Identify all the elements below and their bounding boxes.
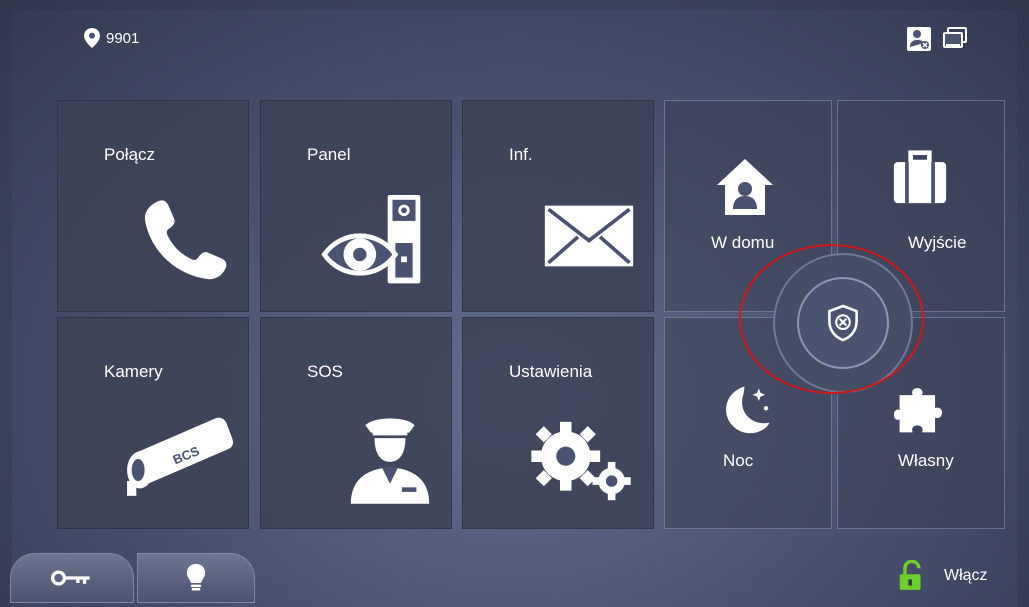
home-icon [717,159,773,215]
location-pin-icon [84,28,100,48]
tile-panel[interactable]: Panel [260,100,452,312]
camera-icon: BCS [127,417,233,496]
unlock-key-button[interactable] [10,553,134,603]
lightbulb-icon [186,563,206,591]
tile-info-label: Inf. [509,145,533,164]
alarm-enable-control[interactable]: Włącz [898,560,988,592]
monitor-icon [943,27,967,48]
shield-x-icon [828,304,858,342]
moon-icon [726,386,770,434]
key-icon [51,570,90,586]
tile-sos[interactable]: SOS [260,317,452,529]
room-number: 9901 [106,29,140,47]
mode-home-label: W domu [711,233,775,252]
location-indicator: 9901 [84,28,139,48]
mode-away-label: Wyjście [908,233,967,252]
mode-custom-label: Własny [898,451,954,470]
gears-icon [531,421,631,501]
tile-call-label: Połącz [104,145,156,164]
tile-settings-label: Ustawienia [509,362,593,381]
mode-night-label: Noc [723,451,754,470]
envelope-icon [544,205,634,267]
alarm-enable-label: Włącz [944,567,988,584]
phone-icon [144,200,227,280]
tile-cameras[interactable]: Kamery BCS [57,317,249,529]
tile-info[interactable]: Inf. [462,100,654,312]
tile-call[interactable]: Połącz [57,100,249,312]
user-offline-icon [907,27,931,51]
guard-icon [350,418,430,504]
puzzle-icon [894,388,943,433]
tile-cameras-label: Kamery [104,362,163,381]
tile-sos-label: SOS [307,362,343,381]
panel-eye-icon [321,195,421,284]
status-bar: 9901 [0,0,1029,70]
tile-settings[interactable]: Ustawienia [462,317,654,529]
unlocked-padlock-icon [899,560,921,590]
suitcase-icon [893,150,947,204]
disarm-button[interactable] [797,277,889,369]
tile-panel-label: Panel [307,145,351,164]
light-button[interactable] [137,553,255,603]
